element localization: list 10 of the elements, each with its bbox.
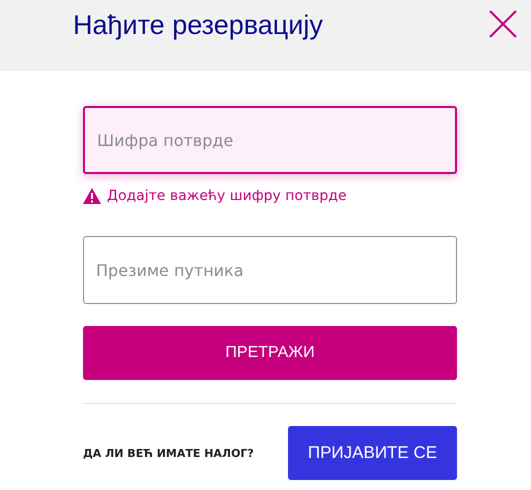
search-button[interactable]: ПРЕТРАЖИ [83, 326, 457, 380]
input-field[interactable]: Презиме путника [83, 236, 457, 304]
close-button[interactable] [488, 9, 518, 39]
close-icon [488, 9, 518, 39]
input-field[interactable]: Шифра потврде [83, 106, 457, 174]
error-message: Додајте важећу шифру потврде [107, 188, 347, 204]
login-button[interactable]: ПРИЈАВИТЕ СЕ [288, 426, 457, 480]
warning-icon [83, 188, 101, 204]
account-question: ДА ЛИ ВЕЋ ИМАТЕ НАЛОГ? [83, 446, 254, 460]
dialog-title: Нађите резервацију [73, 9, 323, 42]
